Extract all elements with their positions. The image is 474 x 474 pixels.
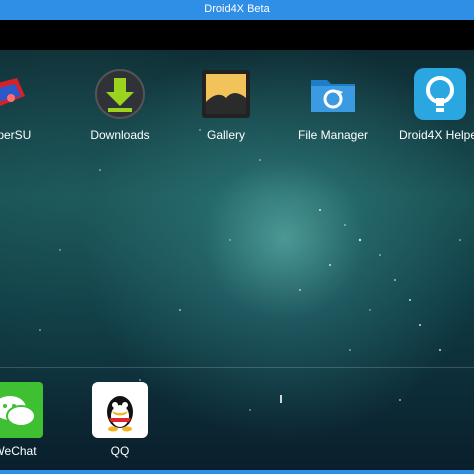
downloads-icon bbox=[94, 68, 146, 120]
gallery-icon bbox=[200, 68, 252, 120]
app-file-manager[interactable]: File Manager bbox=[278, 68, 388, 142]
file-manager-icon bbox=[307, 68, 359, 120]
app-label: WeChat bbox=[0, 444, 37, 458]
app-droid4x-helper[interactable]: Droid4X Helper bbox=[385, 66, 474, 142]
supersu-icon bbox=[0, 68, 33, 120]
app-label: File Manager bbox=[297, 128, 369, 142]
app-label: Droid4X Helper bbox=[398, 128, 474, 142]
app-gallery[interactable]: Gallery bbox=[171, 68, 281, 142]
window-title: Droid4X Beta bbox=[204, 3, 270, 15]
app-label: SuperSU bbox=[0, 128, 32, 142]
qq-icon bbox=[92, 382, 148, 438]
dock-divider bbox=[0, 367, 474, 368]
app-label: QQ bbox=[110, 444, 130, 458]
app-supersu[interactable]: SuperSU bbox=[0, 68, 62, 142]
droid4x-helper-icon bbox=[412, 66, 468, 122]
home-screen[interactable]: SuperSU Downloads Gallery bbox=[0, 50, 474, 470]
home-page-indicator bbox=[280, 395, 282, 403]
app-downloads[interactable]: Downloads bbox=[65, 68, 175, 142]
window-titlebar[interactable]: Droid4X Beta bbox=[0, 0, 474, 20]
app-label: Downloads bbox=[90, 128, 150, 142]
app-label: Gallery bbox=[206, 128, 245, 142]
app-wechat[interactable]: WeChat bbox=[0, 382, 70, 458]
android-status-bar bbox=[0, 20, 474, 50]
window-bottom-border bbox=[0, 470, 474, 474]
app-qq[interactable]: QQ bbox=[65, 382, 175, 458]
wechat-icon bbox=[0, 382, 43, 438]
